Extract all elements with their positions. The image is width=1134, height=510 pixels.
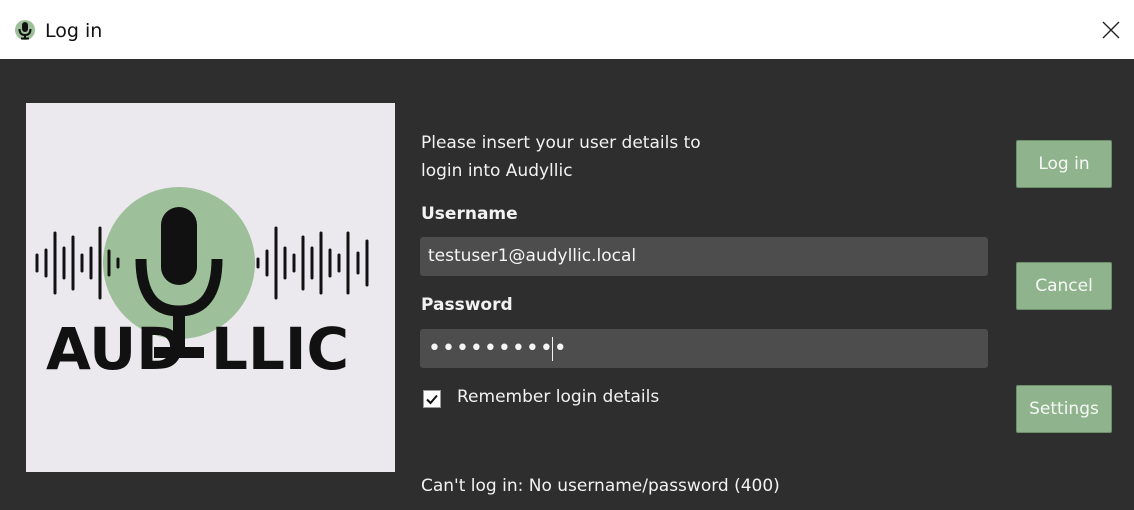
cancel-button[interactable]: Cancel bbox=[1016, 262, 1112, 310]
login-button[interactable]: Log in bbox=[1016, 140, 1112, 188]
username-label: Username bbox=[421, 204, 518, 224]
remember-checkbox[interactable] bbox=[423, 390, 441, 408]
window-title: Log in bbox=[45, 20, 103, 42]
logo-text-right: LLIC bbox=[211, 315, 349, 383]
settings-button[interactable]: Settings bbox=[1016, 385, 1112, 433]
status-message: Can't log in: No username/password (400) bbox=[421, 476, 780, 496]
remember-label[interactable]: Remember login details bbox=[457, 385, 659, 409]
app-logo: AUD LLIC bbox=[26, 103, 395, 472]
password-label: Password bbox=[421, 295, 513, 315]
password-field[interactable]: •••••••••• bbox=[420, 329, 988, 368]
text-caret bbox=[552, 337, 553, 361]
intro-text-line1: Please insert your user details to bbox=[421, 133, 701, 153]
audyllic-logo-image: AUD LLIC bbox=[35, 187, 369, 383]
intro-text-line2: login into Audyllic bbox=[421, 161, 573, 181]
close-button[interactable] bbox=[1088, 0, 1134, 59]
checkmark-icon bbox=[426, 394, 438, 405]
microphone-icon bbox=[15, 20, 35, 40]
title-bar: Log in bbox=[0, 0, 1134, 59]
password-mask: •••••••••• bbox=[428, 336, 568, 361]
close-icon bbox=[1102, 21, 1120, 38]
logo-text-left: AUD bbox=[46, 315, 184, 383]
username-field[interactable] bbox=[420, 237, 988, 276]
